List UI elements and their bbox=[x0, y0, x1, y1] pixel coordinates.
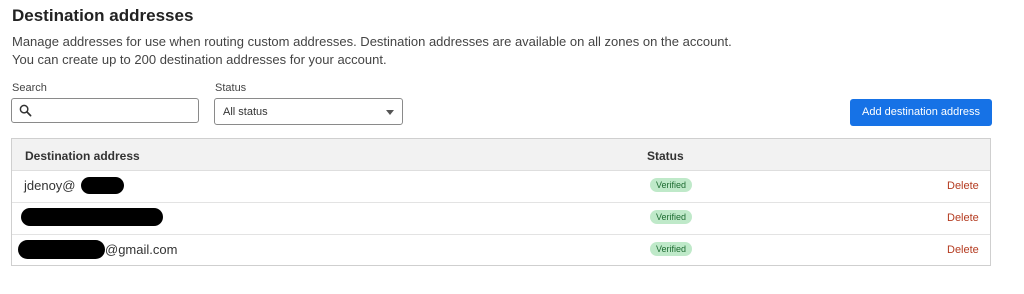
status-select[interactable]: All status bbox=[214, 98, 403, 125]
redacted-text bbox=[18, 240, 105, 259]
search-icon bbox=[19, 104, 32, 117]
column-header-status: Status bbox=[647, 149, 684, 163]
delete-link[interactable]: Delete bbox=[947, 180, 979, 192]
redacted-text bbox=[21, 208, 163, 226]
delete-link[interactable]: Delete bbox=[947, 212, 979, 224]
status-label: Status bbox=[215, 82, 247, 94]
status-badge: Verified bbox=[650, 178, 693, 192]
table-row: @gmail.com Verified Delete bbox=[12, 234, 990, 266]
status-badge: Verified bbox=[650, 210, 693, 224]
page-title: Destination addresses bbox=[12, 6, 194, 25]
status-select-value: All status bbox=[223, 106, 268, 118]
destination-address: @gmail.com bbox=[105, 242, 178, 257]
search-field[interactable] bbox=[11, 98, 199, 123]
page-description: Manage addresses for use when routing cu… bbox=[12, 33, 772, 69]
column-header-destination-address: Destination address bbox=[25, 149, 140, 163]
search-input[interactable] bbox=[38, 102, 198, 121]
search-label: Search bbox=[12, 82, 47, 94]
add-destination-address-button[interactable]: Add destination address bbox=[850, 99, 992, 126]
table-row: Verified Delete bbox=[12, 202, 990, 235]
description-line-2: You can create up to 200 destination add… bbox=[12, 52, 387, 67]
destination-table: Destination address Status jdenoy@ Verif… bbox=[11, 138, 991, 266]
table-header: Destination address Status bbox=[12, 139, 990, 171]
delete-link[interactable]: Delete bbox=[947, 244, 979, 256]
redacted-text bbox=[81, 177, 124, 194]
description-line-1: Manage addresses for use when routing cu… bbox=[12, 34, 732, 49]
table-row: jdenoy@ Verified Delete bbox=[12, 170, 990, 203]
status-badge: Verified bbox=[650, 242, 693, 256]
chevron-down-icon bbox=[386, 110, 394, 115]
destination-address: jdenoy@ bbox=[24, 178, 76, 193]
